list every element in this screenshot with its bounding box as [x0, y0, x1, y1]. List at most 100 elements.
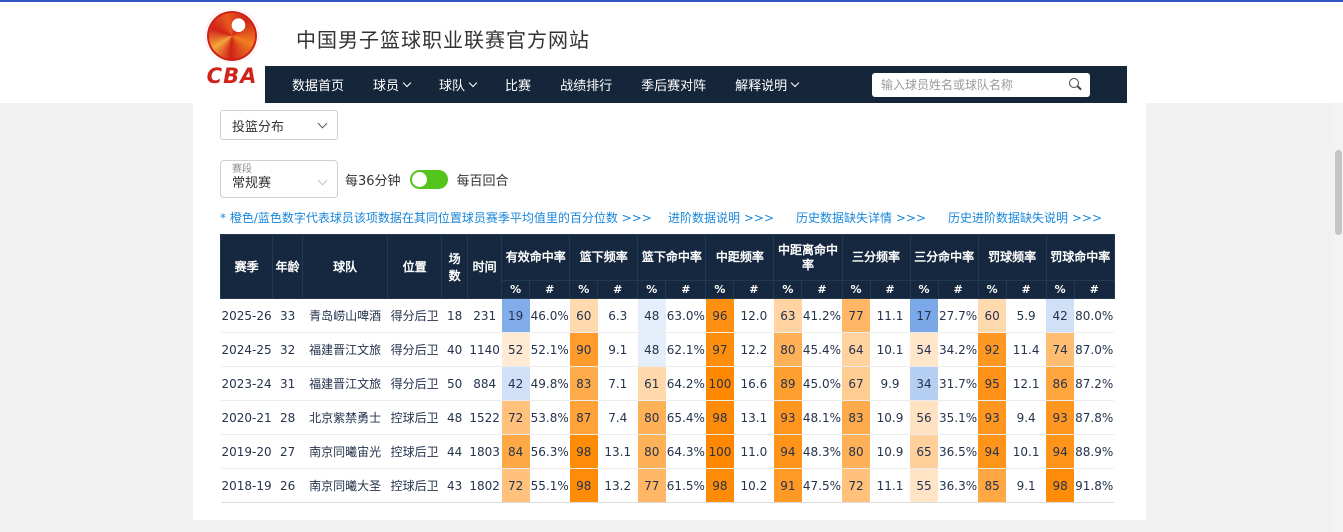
percentile-cell: 96 — [706, 299, 734, 333]
help-link-0[interactable]: 进阶数据说明 >>> — [668, 209, 774, 226]
percentile-cell: 87 — [570, 401, 598, 435]
toggle-knob — [412, 172, 427, 187]
percentile-cell: 61 — [638, 367, 666, 401]
value-cell: 87.0% — [1074, 333, 1114, 367]
value-cell: 12.2 — [734, 333, 774, 367]
stat-group-header: 篮下命中率 — [638, 235, 706, 281]
sub-header: # — [1006, 281, 1046, 299]
search-input[interactable] — [872, 73, 1068, 97]
percentile-cell: 90 — [570, 333, 598, 367]
minutes-cell: 1140 — [468, 333, 502, 367]
stat-group-header: 中距频率 — [706, 235, 774, 281]
stat-group-header: 中距离命中率 — [774, 235, 842, 281]
scrollbar-thumb[interactable] — [1335, 150, 1342, 235]
stat-group-header: 有效命中率 — [502, 235, 570, 281]
value-cell: 5.9 — [1006, 299, 1046, 333]
table-row: 2023-2431福建晋江文旅得分后卫508844249.8%837.16164… — [221, 367, 1115, 401]
cba-logo[interactable]: CBA — [197, 9, 267, 88]
age-cell: 32 — [273, 333, 303, 367]
nav-item-6[interactable]: 解释说明 — [735, 75, 798, 94]
percentile-cell: 80 — [842, 435, 870, 469]
value-cell: 48.3% — [802, 435, 842, 469]
stat-group-header: 三分命中率 — [910, 235, 978, 281]
stat-group-header: 篮下频率 — [570, 235, 638, 281]
value-cell: 12.1 — [1006, 367, 1046, 401]
stat-group-header: 罚球频率 — [978, 235, 1046, 281]
nav-item-2[interactable]: 球队 — [439, 75, 476, 94]
percentile-cell: 93 — [774, 401, 802, 435]
help-link-1[interactable]: 历史数据缺失详情 >>> — [796, 209, 926, 226]
sub-header: # — [870, 281, 910, 299]
toggle-option-per100[interactable]: 每百回合 — [457, 170, 509, 189]
value-cell: 36.5% — [938, 435, 978, 469]
nav-item-3[interactable]: 比赛 — [505, 75, 531, 94]
percentile-cell: 97 — [706, 333, 734, 367]
percentile-cell: 92 — [978, 333, 1006, 367]
games-cell: 50 — [442, 367, 468, 401]
position-cell: 得分后卫 — [388, 367, 442, 401]
sub-header: % — [638, 281, 666, 299]
percentile-cell: 98 — [570, 469, 598, 503]
sub-header: % — [842, 281, 870, 299]
percentile-cell: 42 — [1046, 299, 1074, 333]
percentile-cell: 55 — [910, 469, 938, 503]
value-cell: 49.8% — [530, 367, 570, 401]
sub-header: # — [938, 281, 978, 299]
percentile-cell: 83 — [570, 367, 598, 401]
note-row: * 橙色/蓝色数字代表球员该项数据在其同位置球员赛季平均值里的百分位数 >>> … — [220, 209, 1102, 226]
percentile-cell: 17 — [910, 299, 938, 333]
percentile-cell: 98 — [706, 401, 734, 435]
column-header: 球队 — [303, 235, 388, 299]
percentile-cell: 48 — [638, 299, 666, 333]
value-cell: 91.8% — [1074, 469, 1114, 503]
search-icon[interactable] — [1068, 77, 1084, 93]
chevron-down-icon — [469, 79, 477, 87]
table-row: 2024-2532福建晋江文旅得分后卫4011405252.1%909.1486… — [221, 333, 1115, 367]
value-cell: 10.1 — [870, 333, 910, 367]
page: CBA 中国男子篮球职业联赛官方网站 数据首页球员球队比赛战绩排行季后赛对阵解释… — [0, 0, 1343, 532]
nav-item-4[interactable]: 战绩排行 — [560, 75, 612, 94]
stat-type-select[interactable]: 投篮分布 — [220, 110, 338, 140]
season-cell: 2023-24 — [221, 367, 273, 401]
value-cell: 7.4 — [598, 401, 638, 435]
value-cell: 9.9 — [870, 367, 910, 401]
team-cell: 南京同曦大圣 — [303, 469, 388, 503]
percentile-cell: 86 — [1046, 367, 1074, 401]
percentile-cell: 80 — [774, 333, 802, 367]
percentile-cell: 94 — [978, 435, 1006, 469]
age-cell: 31 — [273, 367, 303, 401]
value-cell: 11.4 — [1006, 333, 1046, 367]
rate-mode-toggle[interactable] — [410, 170, 448, 189]
games-cell: 18 — [442, 299, 468, 333]
value-cell: 65.4% — [666, 401, 706, 435]
help-links: 进阶数据说明 >>> 历史数据缺失详情 >>> 历史进阶数据缺失说明 >>> — [668, 209, 1102, 226]
value-cell: 87.8% — [1074, 401, 1114, 435]
phase-select[interactable]: 赛段 常规赛 — [220, 160, 338, 198]
season-cell: 2025-26 — [221, 299, 273, 333]
toggle-option-per36[interactable]: 每36分钟 — [345, 170, 401, 189]
sub-header: % — [978, 281, 1006, 299]
percentile-cell: 48 — [638, 333, 666, 367]
value-cell: 10.9 — [870, 435, 910, 469]
percentile-cell: 67 — [842, 367, 870, 401]
help-link-2[interactable]: 历史进阶数据缺失说明 >>> — [948, 209, 1102, 226]
value-cell: 41.2% — [802, 299, 842, 333]
nav-item-label: 解释说明 — [735, 75, 787, 94]
nav-item-1[interactable]: 球员 — [373, 75, 410, 94]
nav-item-0[interactable]: 数据首页 — [292, 75, 344, 94]
value-cell: 27.7% — [938, 299, 978, 333]
percentile-legend-note: * 橙色/蓝色数字代表球员该项数据在其同位置球员赛季平均值里的百分位数 >>> — [220, 209, 652, 226]
rate-mode-toggle-row: 每36分钟 每百回合 — [345, 160, 509, 198]
sub-header: % — [502, 281, 530, 299]
table-row: 2020-2128北京紫禁勇士控球后卫4815227253.8%877.4806… — [221, 401, 1115, 435]
value-cell: 61.5% — [666, 469, 706, 503]
value-cell: 56.3% — [530, 435, 570, 469]
chevron-down-icon — [791, 79, 799, 87]
percentile-cell: 83 — [842, 401, 870, 435]
position-cell: 控球后卫 — [388, 401, 442, 435]
stat-group-header: 三分频率 — [842, 235, 910, 281]
percentile-cell: 100 — [706, 367, 734, 401]
percentile-cell: 64 — [842, 333, 870, 367]
cba-logo-icon — [205, 9, 259, 63]
nav-item-5[interactable]: 季后赛对阵 — [641, 75, 706, 94]
